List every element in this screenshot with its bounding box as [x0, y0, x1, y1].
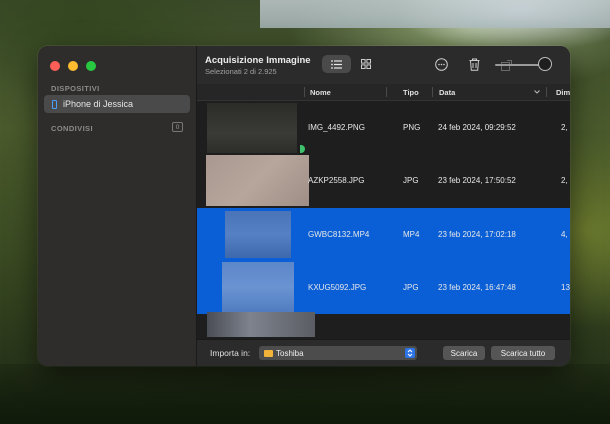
file-dimensions: 2, [561, 123, 568, 132]
table-row[interactable]: IMG_4492.PNG PNG 24 feb 2024, 09:29:52 2… [197, 101, 570, 154]
column-dimensions[interactable]: Dim [556, 88, 570, 97]
file-dimensions: 13 [561, 283, 570, 292]
file-thumbnail [207, 103, 297, 153]
toolbar: Acquisizione Immagine Selezionati 2 di 2… [197, 46, 570, 84]
sidebar-item-label: iPhone di Jessica [63, 99, 134, 109]
list-view-icon [331, 59, 342, 69]
iphone-icon [52, 99, 57, 109]
file-dimensions: 2, [561, 176, 568, 185]
table-header: Nome Tipo Data Dim [197, 84, 570, 101]
sidebar-item-iphone[interactable]: iPhone di Jessica [44, 95, 190, 113]
column-separator [386, 87, 387, 97]
sidebar: DISPOSITIVI iPhone di Jessica CONDIVISI … [38, 46, 197, 366]
more-options-button[interactable] [434, 57, 448, 71]
file-name: AZKP2558.JPG [308, 176, 365, 185]
grid-view-icon [360, 59, 371, 69]
file-thumbnail [225, 211, 291, 258]
file-type: JPG [403, 283, 419, 292]
folder-icon [264, 349, 273, 357]
sort-chevron-icon [534, 90, 540, 94]
file-name: KXUG5092.JPG [308, 283, 367, 292]
file-date: 23 feb 2024, 16:47:48 [438, 283, 516, 292]
column-date[interactable]: Data [439, 88, 455, 97]
devices-section-label: DISPOSITIVI [51, 84, 100, 93]
import-destination-value: Toshiba [276, 348, 304, 358]
column-separator [432, 87, 433, 97]
file-thumbnail-partial [207, 312, 315, 337]
file-thumbnail [222, 262, 294, 313]
slider-knob[interactable] [538, 57, 552, 71]
import-label: Importa in: [210, 348, 251, 358]
list-view-button[interactable] [322, 55, 351, 73]
window-controls [50, 61, 96, 71]
file-dimensions: 4, [561, 230, 568, 239]
file-type: MP4 [403, 230, 420, 239]
close-button[interactable] [50, 61, 60, 71]
main-content: Acquisizione Immagine Selezionati 2 di 2… [197, 46, 570, 366]
select-arrows-icon [405, 348, 415, 358]
view-mode-toggle [322, 55, 380, 73]
wallpaper-sky [260, 0, 610, 28]
download-button[interactable]: Scarica [443, 346, 485, 360]
trash-icon [469, 58, 479, 71]
file-type: JPG [403, 176, 419, 185]
column-name[interactable]: Nome [310, 88, 331, 97]
zoom-button[interactable] [86, 61, 96, 71]
table-row[interactable]: KXUG5092.JPG JPG 23 feb 2024, 16:47:48 1… [197, 261, 570, 314]
grid-view-button[interactable] [351, 55, 380, 73]
wallpaper-trees [0, 364, 610, 424]
file-date: 23 feb 2024, 17:02:18 [438, 230, 516, 239]
download-all-button[interactable]: Scarica tutto [491, 346, 555, 360]
file-name: GWBC8132.MP4 [308, 230, 370, 239]
column-type[interactable]: Tipo [403, 88, 419, 97]
shared-section-label: CONDIVISI [51, 124, 93, 133]
more-icon [434, 57, 448, 71]
download-status-dot [300, 145, 305, 153]
delete-button[interactable] [467, 57, 481, 71]
table-row[interactable]: AZKP2558.JPG JPG 23 feb 2024, 17:50:52 2… [197, 154, 570, 207]
file-date: 23 feb 2024, 17:50:52 [438, 176, 516, 185]
window-title: Acquisizione Immagine [205, 55, 311, 66]
column-separator [546, 87, 547, 97]
minimize-button[interactable] [68, 61, 78, 71]
import-bar: Importa in: Toshiba Scarica Scarica tutt… [197, 339, 570, 366]
column-separator [304, 87, 305, 97]
selection-count: Selezionati 2 di 2.925 [205, 67, 277, 76]
import-destination-select[interactable]: Toshiba [259, 346, 417, 360]
image-capture-window: DISPOSITIVI iPhone di Jessica CONDIVISI … [38, 46, 570, 366]
file-name: IMG_4492.PNG [308, 123, 365, 132]
file-type: PNG [403, 123, 421, 132]
table-row[interactable]: GWBC8132.MP4 MP4 23 feb 2024, 17:02:18 4… [197, 208, 570, 261]
file-thumbnail [206, 155, 309, 206]
shared-count-badge: 0 [172, 122, 183, 132]
file-date: 24 feb 2024, 09:29:52 [438, 123, 516, 132]
